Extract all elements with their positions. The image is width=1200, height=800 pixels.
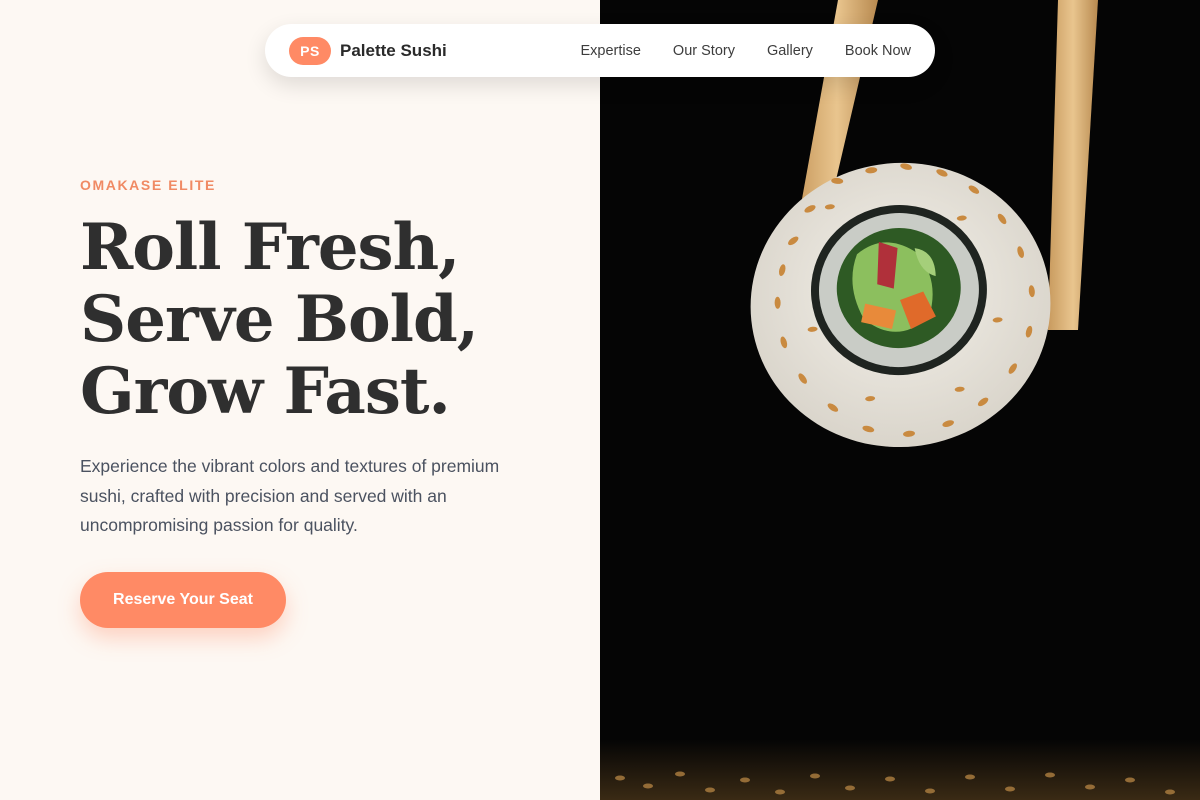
hero-eyebrow: OMAKASE ELITE <box>80 177 216 193</box>
headline-line-3: Grow Fast. <box>80 354 451 429</box>
reserve-seat-button[interactable]: Reserve Your Seat <box>80 572 286 628</box>
nav-links: Expertise Our Story Gallery Book Now <box>580 43 911 59</box>
nav-link-our-story[interactable]: Our Story <box>673 43 735 59</box>
brand-name[interactable]: Palette Sushi <box>340 41 447 61</box>
hero-description: Experience the vibrant colors and textur… <box>80 456 500 535</box>
hero-headline: Roll Fresh, Serve Bold, Grow Fast. <box>80 212 580 428</box>
nav-link-expertise[interactable]: Expertise <box>580 43 640 59</box>
nav-link-gallery[interactable]: Gallery <box>767 43 813 59</box>
sushi-roll-photo <box>600 0 1200 800</box>
hero-image <box>600 0 1200 800</box>
top-navigation: PS Palette Sushi Expertise Our Story Gal… <box>265 24 935 77</box>
headline-line-2: Serve Bold, <box>80 282 479 357</box>
logo-badge[interactable]: PS <box>289 36 331 65</box>
headline-line-1: Roll Fresh, <box>80 210 460 285</box>
nav-link-book-now[interactable]: Book Now <box>845 43 911 59</box>
